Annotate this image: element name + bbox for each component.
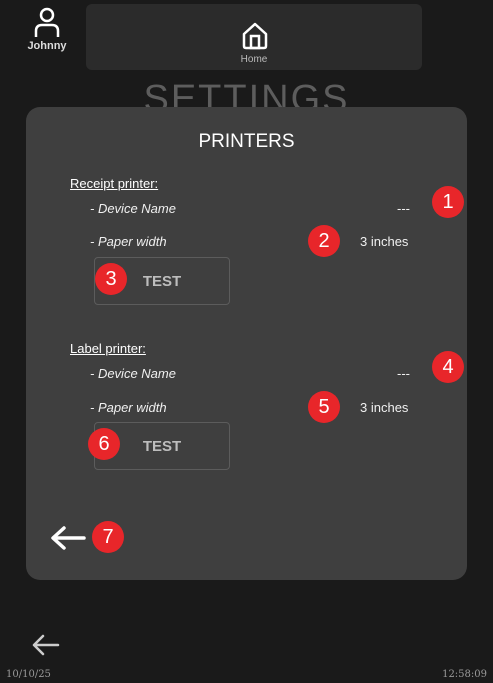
- receipt-device-name-value: ---: [397, 201, 410, 216]
- footer-date: 10/10/25: [6, 669, 51, 680]
- label-printer-heading: Label printer:: [70, 341, 146, 356]
- receipt-device-name-label: - Device Name: [90, 201, 176, 216]
- annotation-badge-1: 1: [432, 186, 464, 218]
- dialog-back-button[interactable]: [50, 526, 86, 555]
- home-label: Home: [240, 54, 268, 65]
- back-arrow-icon: [51, 526, 86, 550]
- label-paper-width-label: - Paper width: [90, 400, 167, 415]
- printers-dialog: PRINTERS Receipt printer: - Device Name …: [26, 107, 467, 580]
- label-paper-width-value: 3 inches: [360, 400, 409, 415]
- annotation-badge-3: 3: [95, 263, 127, 295]
- receipt-printer-heading: Receipt printer:: [70, 176, 159, 191]
- receipt-paper-width-label: - Paper width: [90, 234, 167, 249]
- annotation-badge-2: 2: [308, 225, 340, 257]
- back-arrow-icon: [32, 634, 60, 656]
- user-name: Johnny: [27, 40, 67, 52]
- bottom-back-button[interactable]: [28, 632, 62, 663]
- user-icon: [34, 7, 60, 37]
- home-icon: [242, 22, 268, 50]
- home-tab[interactable]: Home: [86, 4, 422, 70]
- annotation-badge-5: 5: [308, 391, 340, 423]
- user-profile[interactable]: Johnny: [22, 6, 72, 52]
- receipt-paper-width-value: 3 inches: [360, 234, 409, 249]
- footer-time: 12:58:09: [442, 669, 487, 680]
- annotation-badge-7: 7: [92, 521, 124, 553]
- annotation-badge-6: 6: [88, 428, 120, 460]
- label-device-name-value: ---: [397, 366, 410, 381]
- annotation-badge-4: 4: [432, 351, 464, 383]
- dialog-title: PRINTERS: [198, 131, 295, 152]
- label-device-name-label: - Device Name: [90, 366, 176, 381]
